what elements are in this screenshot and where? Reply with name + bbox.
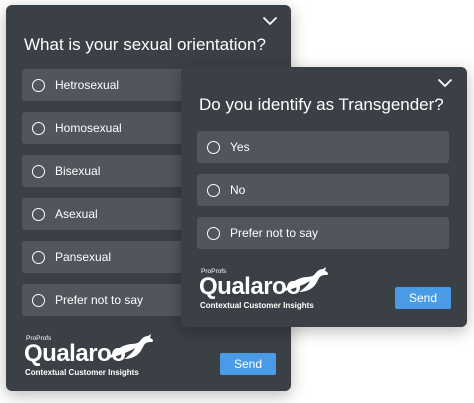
option-label: Prefer not to say bbox=[55, 293, 144, 307]
option-label: Hetrosexual bbox=[55, 78, 120, 92]
option-no[interactable]: No bbox=[197, 174, 449, 206]
radio-unselected-icon[interactable] bbox=[32, 164, 45, 178]
option-label: Yes bbox=[230, 140, 250, 154]
qualaroo-logo[interactable]: ProProfs Qualaroo Contextual Customer In… bbox=[24, 334, 154, 381]
radio-unselected-icon[interactable] bbox=[32, 121, 45, 135]
chevron-down-icon[interactable] bbox=[262, 15, 278, 27]
kangaroo-logo-icon bbox=[281, 267, 329, 292]
send-button[interactable]: Send bbox=[395, 287, 451, 309]
radio-unselected-icon[interactable] bbox=[32, 250, 45, 264]
radio-unselected-icon[interactable] bbox=[32, 78, 45, 92]
radio-unselected-icon[interactable] bbox=[32, 293, 45, 307]
option-label: Pansexual bbox=[55, 250, 112, 264]
brand-tagline: Contextual Customer Insights bbox=[200, 301, 314, 310]
question-title: Do you identify as Transgender? bbox=[199, 95, 444, 114]
send-button[interactable]: Send bbox=[220, 353, 276, 375]
option-label: Asexual bbox=[55, 207, 98, 221]
option-label: Homosexual bbox=[55, 121, 122, 135]
radio-unselected-icon[interactable] bbox=[207, 183, 220, 197]
survey-panel-transgender: Do you identify as Transgender? Yes No P… bbox=[181, 67, 467, 327]
option-prefer-not-to-say[interactable]: Prefer not to say bbox=[197, 217, 449, 249]
question-title: What is your sexual orientation? bbox=[24, 35, 266, 54]
option-label: Prefer not to say bbox=[230, 226, 319, 240]
option-label: Bisexual bbox=[55, 164, 101, 178]
brand-tagline: Contextual Customer Insights bbox=[25, 368, 139, 377]
radio-unselected-icon[interactable] bbox=[207, 140, 220, 154]
chevron-down-icon[interactable] bbox=[437, 77, 453, 89]
option-label: No bbox=[230, 183, 246, 197]
option-yes[interactable]: Yes bbox=[197, 131, 449, 163]
radio-unselected-icon[interactable] bbox=[32, 207, 45, 221]
kangaroo-logo-icon bbox=[106, 334, 154, 359]
qualaroo-logo[interactable]: ProProfs Qualaroo Contextual Customer In… bbox=[199, 267, 329, 314]
radio-unselected-icon[interactable] bbox=[207, 226, 220, 240]
